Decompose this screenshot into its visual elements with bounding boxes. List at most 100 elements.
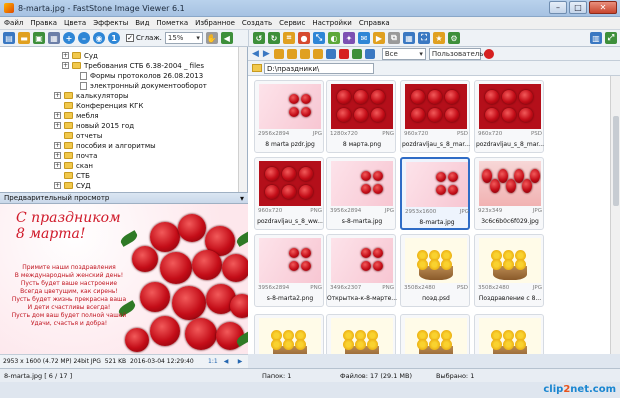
- expand-icon[interactable]: ⤢: [605, 32, 617, 44]
- open-icon[interactable]: ▤: [3, 32, 15, 44]
- thumbnail-tile[interactable]: 960x720 PSD pozdravljau_s_8_mar...: [474, 80, 544, 153]
- path-input[interactable]: D:\праздники\: [264, 63, 374, 74]
- tree-item[interactable]: + Требования СТБ 6.38-2004 _ files: [62, 61, 204, 70]
- thumbnail-tile[interactable]: 2953x1600 JPG 8-marta.jpg: [400, 157, 470, 230]
- menu-edit[interactable]: Правка: [30, 19, 57, 27]
- thumbnail-tile[interactable]: 2956x2894 JPG 8 marta pzdr.jpg: [254, 80, 324, 153]
- thumbnail-tile[interactable]: 1280x720 PNG 8 марта.png: [326, 80, 396, 153]
- tree-item[interactable]: + Суд: [62, 51, 98, 60]
- zoom-fit-icon[interactable]: ◉: [93, 32, 105, 44]
- resize-icon[interactable]: ⤡: [313, 32, 325, 44]
- layout-icon[interactable]: ▥: [590, 32, 602, 44]
- tree-vertical-scrollbar[interactable]: [238, 47, 247, 192]
- tree-item[interactable]: + калькуляторы: [54, 91, 129, 100]
- expand-toggle-icon[interactable]: +: [54, 182, 61, 189]
- hand-tool-icon[interactable]: ✋: [205, 32, 218, 44]
- menu-favorites[interactable]: Избранное: [195, 19, 235, 27]
- filter-select[interactable]: Все ▾: [381, 47, 426, 60]
- expand-toggle-icon[interactable]: +: [62, 62, 69, 69]
- color-icon[interactable]: ◐: [328, 32, 340, 44]
- tree-item[interactable]: СТБ: [54, 171, 90, 180]
- tree-item[interactable]: + новый 2015 год: [54, 121, 134, 130]
- thumbnail-tile[interactable]: 3508x2480JPG: [400, 314, 470, 354]
- thumbnails-icon[interactable]: ▦: [403, 32, 415, 44]
- tree-item[interactable]: + мебля: [54, 111, 99, 120]
- thumbnail-tile[interactable]: 960x720 PNG pozdravljau_s_8_ww...: [254, 157, 324, 230]
- tree-item[interactable]: Конференция КГК: [54, 101, 143, 110]
- sort-select[interactable]: Пользовательс▾: [428, 47, 491, 60]
- menu-tools[interactable]: Сервис: [279, 19, 305, 27]
- smooth-checkbox[interactable]: ✓ Сглаж.: [126, 34, 162, 42]
- expand-toggle-icon[interactable]: +: [54, 112, 61, 119]
- thumbnail-grid[interactable]: 2956x2894 JPG 8 marta pzdr.jpg 1280x720 PNG 8…: [248, 76, 620, 354]
- menu-effects[interactable]: Эффекты: [93, 19, 128, 27]
- menu-tag[interactable]: Пометка: [156, 19, 188, 27]
- fullscreen-icon[interactable]: ⛶: [418, 32, 430, 44]
- thumbnail-tile[interactable]: 3508x2480JPG: [254, 314, 324, 354]
- move-to-icon[interactable]: [312, 48, 323, 59]
- menu-colors[interactable]: Цвета: [64, 19, 86, 27]
- thumbnail-tile[interactable]: 960x720 PSD pozdravljau_s_8_mar...: [400, 80, 470, 153]
- preview-panel[interactable]: С праздником 8 марта! Примите наши поздр…: [0, 204, 248, 354]
- menu-help[interactable]: Справка: [359, 19, 390, 27]
- thumbnail-tile[interactable]: 3508x2480JPG: [474, 314, 544, 354]
- arrow-right-icon[interactable]: ▶: [236, 358, 244, 366]
- close-button[interactable]: ✕: [589, 1, 617, 14]
- stop-icon[interactable]: [483, 48, 494, 59]
- print-icon[interactable]: ▦: [48, 32, 60, 44]
- crop-icon[interactable]: ⌗: [283, 32, 295, 44]
- expand-toggle-icon[interactable]: +: [54, 162, 61, 169]
- slideshow-icon[interactable]: ▶: [373, 32, 385, 44]
- menu-view[interactable]: Вид: [135, 19, 149, 27]
- thumbnail-tile[interactable]: 3956x2894 JPG s-8-marta.jpg: [326, 157, 396, 230]
- expand-toggle-icon[interactable]: +: [54, 92, 61, 99]
- delete-icon[interactable]: [338, 48, 349, 59]
- thumbnail-tile[interactable]: 3508x2480 JPG Поздравление с 8...: [474, 234, 544, 307]
- tree-item[interactable]: электронный документооборот: [70, 81, 207, 90]
- email-icon[interactable]: ✉: [358, 32, 370, 44]
- minimize-button[interactable]: –: [549, 1, 567, 14]
- prev-image-icon[interactable]: ◀: [220, 32, 233, 44]
- favorites-icon[interactable]: ★: [433, 32, 445, 44]
- pin-icon[interactable]: ▾: [240, 194, 244, 203]
- up-folder-icon[interactable]: [273, 48, 284, 59]
- actual-size-icon[interactable]: 1: [108, 32, 120, 44]
- zoom-in-icon[interactable]: +: [63, 32, 75, 44]
- settings-icon[interactable]: ⚙: [448, 32, 460, 44]
- effects-icon[interactable]: ✦: [343, 32, 355, 44]
- expand-toggle-icon[interactable]: +: [62, 52, 69, 59]
- folder-tree[interactable]: + Суд + Требования СТБ 6.38-2004 _ files Фор…: [0, 47, 248, 192]
- thumbnail-scrollbar[interactable]: [610, 76, 620, 354]
- save-icon[interactable]: ▣: [33, 32, 45, 44]
- folder-icon[interactable]: ▬: [18, 32, 30, 44]
- ratio-label[interactable]: 1:1: [208, 358, 218, 366]
- tree-item[interactable]: + почта: [54, 151, 97, 160]
- new-folder-icon[interactable]: [286, 48, 297, 59]
- thumbnail-tile[interactable]: 3956x2894 PNG s-8-marta2.png: [254, 234, 324, 307]
- menu-create[interactable]: Создать: [242, 19, 272, 27]
- expand-toggle-icon[interactable]: +: [54, 152, 61, 159]
- forward-icon[interactable]: ▶: [263, 49, 270, 59]
- compare-icon[interactable]: ⧉: [388, 32, 400, 44]
- view-mode-icon[interactable]: [364, 48, 375, 59]
- tree-item[interactable]: + СУД: [54, 181, 91, 190]
- redeye-icon[interactable]: ●: [298, 32, 310, 44]
- tree-item[interactable]: + скан: [54, 161, 93, 170]
- zoom-select[interactable]: 15% ▾: [164, 32, 203, 44]
- rotate-right-icon[interactable]: ↻: [268, 32, 280, 44]
- copy-to-icon[interactable]: [299, 48, 310, 59]
- rotate-left-icon[interactable]: ↺: [253, 32, 265, 44]
- expand-toggle-icon[interactable]: +: [54, 122, 61, 129]
- select-all-icon[interactable]: [351, 48, 362, 59]
- menu-settings[interactable]: Настройки: [312, 19, 352, 27]
- scrollbar-thumb[interactable]: [613, 116, 619, 206]
- menu-file[interactable]: Файл: [4, 19, 23, 27]
- refresh-icon[interactable]: [325, 48, 336, 59]
- thumbnail-tile[interactable]: 3508x2480JPG: [326, 314, 396, 354]
- tree-item[interactable]: Формы протоколов 26.08.2013: [70, 71, 203, 80]
- thumbnail-tile[interactable]: 3508x2480 PSD поэд.psd: [400, 234, 470, 307]
- expand-toggle-icon[interactable]: +: [54, 142, 61, 149]
- tree-item[interactable]: отчеты: [54, 131, 102, 140]
- arrow-left-icon[interactable]: ◀: [222, 358, 230, 366]
- maximize-button[interactable]: □: [569, 1, 587, 14]
